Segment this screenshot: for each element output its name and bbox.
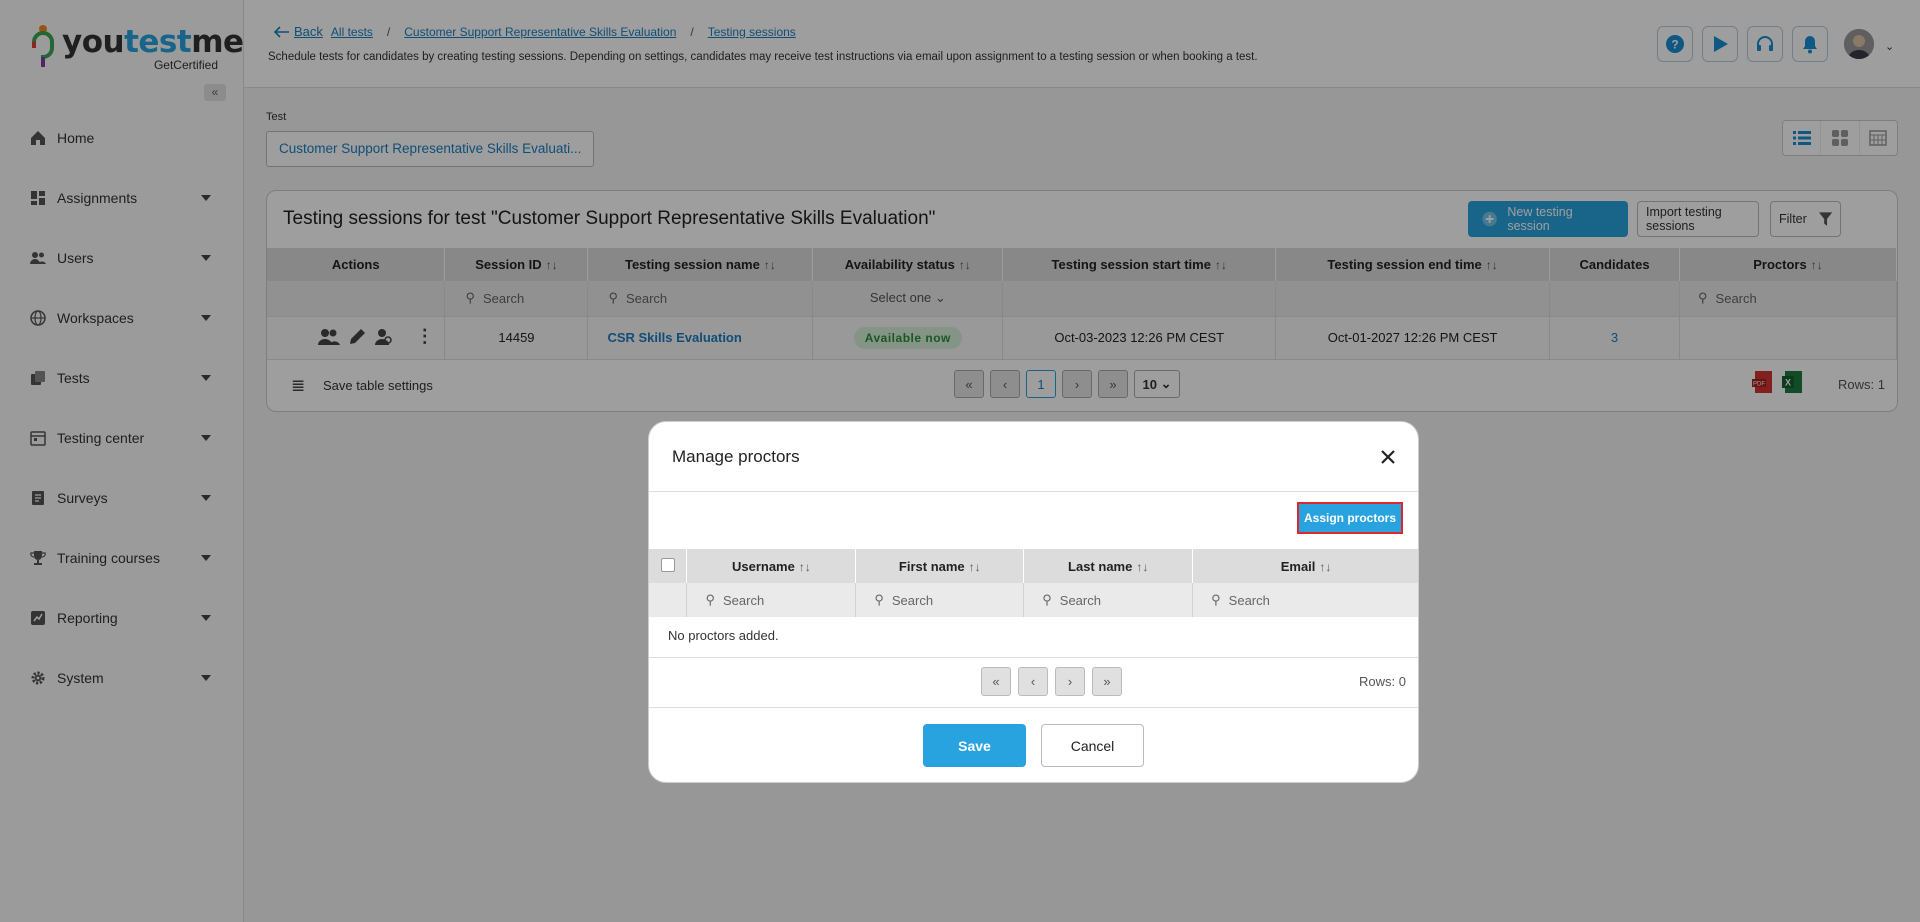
- prev-page-button[interactable]: ‹: [1018, 667, 1048, 696]
- assign-proctors-button[interactable]: Assign proctors: [1297, 502, 1403, 534]
- last-name-search[interactable]: ⚲ Search: [1023, 583, 1194, 617]
- proctors-table: Username ↑↓ First name ↑↓ Last name ↑↓ Email ↑↓…: [649, 549, 1418, 617]
- username-search[interactable]: ⚲ Search: [686, 583, 857, 617]
- rows-count: Rows: 0: [1359, 674, 1406, 689]
- cancel-button[interactable]: Cancel: [1041, 724, 1144, 767]
- select-all-checkbox[interactable]: [660, 557, 675, 572]
- proctors-pager: « ‹ › »: [981, 667, 1122, 696]
- search-icon: ⚲: [874, 592, 884, 607]
- search-icon: ⚲: [705, 592, 715, 607]
- divider: [649, 707, 1418, 708]
- last-page-button[interactable]: »: [1092, 667, 1122, 696]
- proctors-filter-row: ⚲ Search ⚲ Search ⚲ Search ⚲ Search: [649, 583, 1418, 617]
- sort-icon: ↑↓: [798, 559, 811, 574]
- sort-icon: ↑↓: [968, 559, 981, 574]
- first-page-button[interactable]: «: [981, 667, 1011, 696]
- close-dialog-button[interactable]: [1373, 442, 1403, 472]
- sort-icon: ↑↓: [1319, 559, 1332, 574]
- sort-icon: ↑↓: [1136, 559, 1149, 574]
- manage-proctors-dialog: Manage proctors Assign proctors Username…: [648, 421, 1419, 783]
- next-page-button[interactable]: ›: [1055, 667, 1085, 696]
- column-header[interactable]: Email ↑↓: [1192, 549, 1418, 583]
- search-icon: ⚲: [1211, 592, 1221, 607]
- proctors-header-row: Username ↑↓ First name ↑↓ Last name ↑↓ Email ↑↓: [649, 549, 1418, 583]
- column-header[interactable]: Username ↑↓: [686, 549, 857, 583]
- column-header[interactable]: Last name ↑↓: [1023, 549, 1194, 583]
- divider: [649, 491, 1418, 492]
- close-icon: [1381, 450, 1395, 464]
- first-name-search[interactable]: ⚲ Search: [855, 583, 1025, 617]
- save-button[interactable]: Save: [923, 724, 1026, 767]
- dialog-title: Manage proctors: [672, 447, 800, 466]
- email-search[interactable]: ⚲ Search: [1192, 583, 1418, 617]
- empty-message: No proctors added.: [668, 628, 779, 643]
- divider: [649, 657, 1418, 658]
- column-header[interactable]: First name ↑↓: [855, 549, 1025, 583]
- search-icon: ⚲: [1042, 592, 1052, 607]
